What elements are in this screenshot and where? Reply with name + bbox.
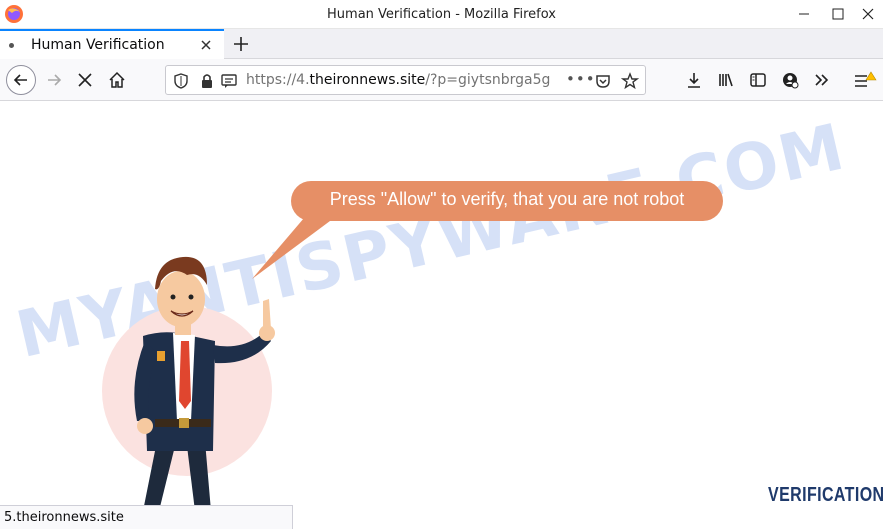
stop-button[interactable] [71, 66, 99, 94]
new-tab-plus-icon[interactable] [230, 33, 252, 55]
url-prefix: https://4. [246, 72, 310, 88]
shield-icon[interactable] [172, 72, 190, 90]
menu-icon [855, 71, 877, 87]
back-icon [13, 74, 27, 86]
lock-icon[interactable] [198, 72, 216, 90]
bubble-text: Press "Allow" to verify, that you are no… [329, 189, 685, 209]
overflow-icon [815, 74, 829, 86]
navigation-toolbar: https://4.theironnews.site/?p=giytsnbrga… [0, 59, 883, 101]
tab-strip: Human Verification [0, 29, 883, 59]
tab-close-icon[interactable] [198, 37, 214, 53]
url-domain: theironnews.site [309, 72, 426, 88]
tab-loading-indicator [9, 43, 14, 48]
window-title: Human Verification - Mozilla Firefox [327, 7, 556, 22]
url-path: /?p=giytsnbrga5g [425, 72, 551, 88]
address-bar[interactable]: https://4.theironnews.site/?p=giytsnbrga… [165, 65, 646, 95]
downloads-button[interactable] [680, 66, 708, 94]
tab-title: Human Verification [31, 37, 165, 53]
minimize-icon[interactable] [792, 4, 816, 24]
maximize-icon[interactable] [826, 4, 850, 24]
home-icon [109, 71, 125, 88]
account-button[interactable] [776, 66, 804, 94]
cartoon-man-illustration [102, 256, 275, 511]
window-titlebar: Human Verification - Mozilla Firefox [0, 0, 883, 29]
verification-logo: VERIFICATION [768, 484, 883, 506]
back-button[interactable] [6, 65, 36, 95]
library-icon [719, 73, 733, 87]
status-text: 5.theironnews.site [4, 510, 124, 525]
url-text[interactable]: https://4.theironnews.site/?p=giytsnbrga… [246, 72, 566, 88]
bookmark-star-icon[interactable] [621, 72, 639, 90]
sidebar-icon [750, 73, 766, 87]
app-menu-button[interactable] [850, 66, 878, 94]
overflow-button[interactable] [808, 66, 836, 94]
account-icon [783, 73, 799, 89]
sidebar-button[interactable] [744, 66, 772, 94]
status-bar: 5.theironnews.site [0, 505, 293, 529]
home-button[interactable] [103, 66, 131, 94]
forward-button[interactable] [40, 66, 68, 94]
page-content: MYANTISPYWARE.COM Press "Allow" to verif… [0, 101, 883, 529]
tab-human-verification[interactable]: Human Verification [0, 29, 224, 59]
speech-bubble: Press "Allow" to verify, that you are no… [291, 181, 723, 221]
download-icon [688, 73, 700, 88]
library-button[interactable] [712, 66, 740, 94]
stop-icon [78, 73, 92, 87]
pocket-icon[interactable] [594, 72, 612, 90]
page-actions-button[interactable]: ••• [566, 70, 596, 88]
close-icon[interactable] [856, 4, 880, 24]
forward-icon [48, 74, 62, 86]
notification-icon[interactable] [220, 72, 238, 90]
